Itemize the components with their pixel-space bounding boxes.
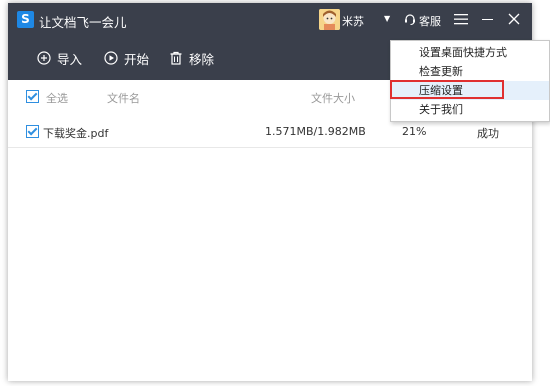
plus-circle-icon <box>37 51 51 65</box>
menu-icon[interactable] <box>454 13 468 25</box>
remove-button[interactable]: 移除 <box>169 50 215 67</box>
column-header-filesize: 文件大小 <box>311 92 355 105</box>
avatar[interactable] <box>319 9 340 30</box>
username[interactable]: 米苏 <box>342 13 364 29</box>
menu-item-label: 检查更新 <box>419 65 463 78</box>
highlight-box <box>390 80 504 99</box>
play-circle-icon <box>104 51 118 65</box>
row-checkbox[interactable] <box>26 125 39 138</box>
menu-item-label: 设置桌面快捷方式 <box>419 46 507 59</box>
select-all-label[interactable]: 全选 <box>46 90 68 106</box>
compression-ratio: 21% <box>402 125 427 138</box>
minimize-icon[interactable] <box>482 19 493 20</box>
select-all-checkbox[interactable] <box>26 90 39 103</box>
start-button[interactable]: 开始 <box>104 50 150 67</box>
title-bar: S 让文档飞一会儿 米苏 ▼ 客服 <box>8 3 532 36</box>
start-label: 开始 <box>124 51 150 67</box>
headset-icon[interactable] <box>404 13 416 25</box>
menu-item-check-update[interactable]: 检查更新 <box>391 62 549 81</box>
import-label: 导入 <box>57 51 83 67</box>
support-link[interactable]: 客服 <box>419 13 441 29</box>
status-text: 成功 <box>477 127 499 140</box>
remove-label: 移除 <box>189 51 215 67</box>
menu-item-about-us[interactable]: 关于我们 <box>391 100 549 119</box>
trash-icon <box>170 51 182 65</box>
column-header-filename: 文件名 <box>107 92 140 105</box>
user-dropdown-caret-icon[interactable]: ▼ <box>384 14 390 23</box>
close-icon[interactable] <box>508 13 520 25</box>
menu-item-desktop-shortcut[interactable]: 设置桌面快捷方式 <box>391 43 549 62</box>
app-title: 让文档飞一会儿 <box>39 15 127 30</box>
file-size: 1.571MB/1.982MB <box>265 125 366 138</box>
app-logo-icon: S <box>17 11 34 28</box>
menu-item-label: 关于我们 <box>419 103 463 116</box>
file-name: 下载奖金.pdf <box>43 127 109 140</box>
import-button[interactable]: 导入 <box>37 50 83 67</box>
